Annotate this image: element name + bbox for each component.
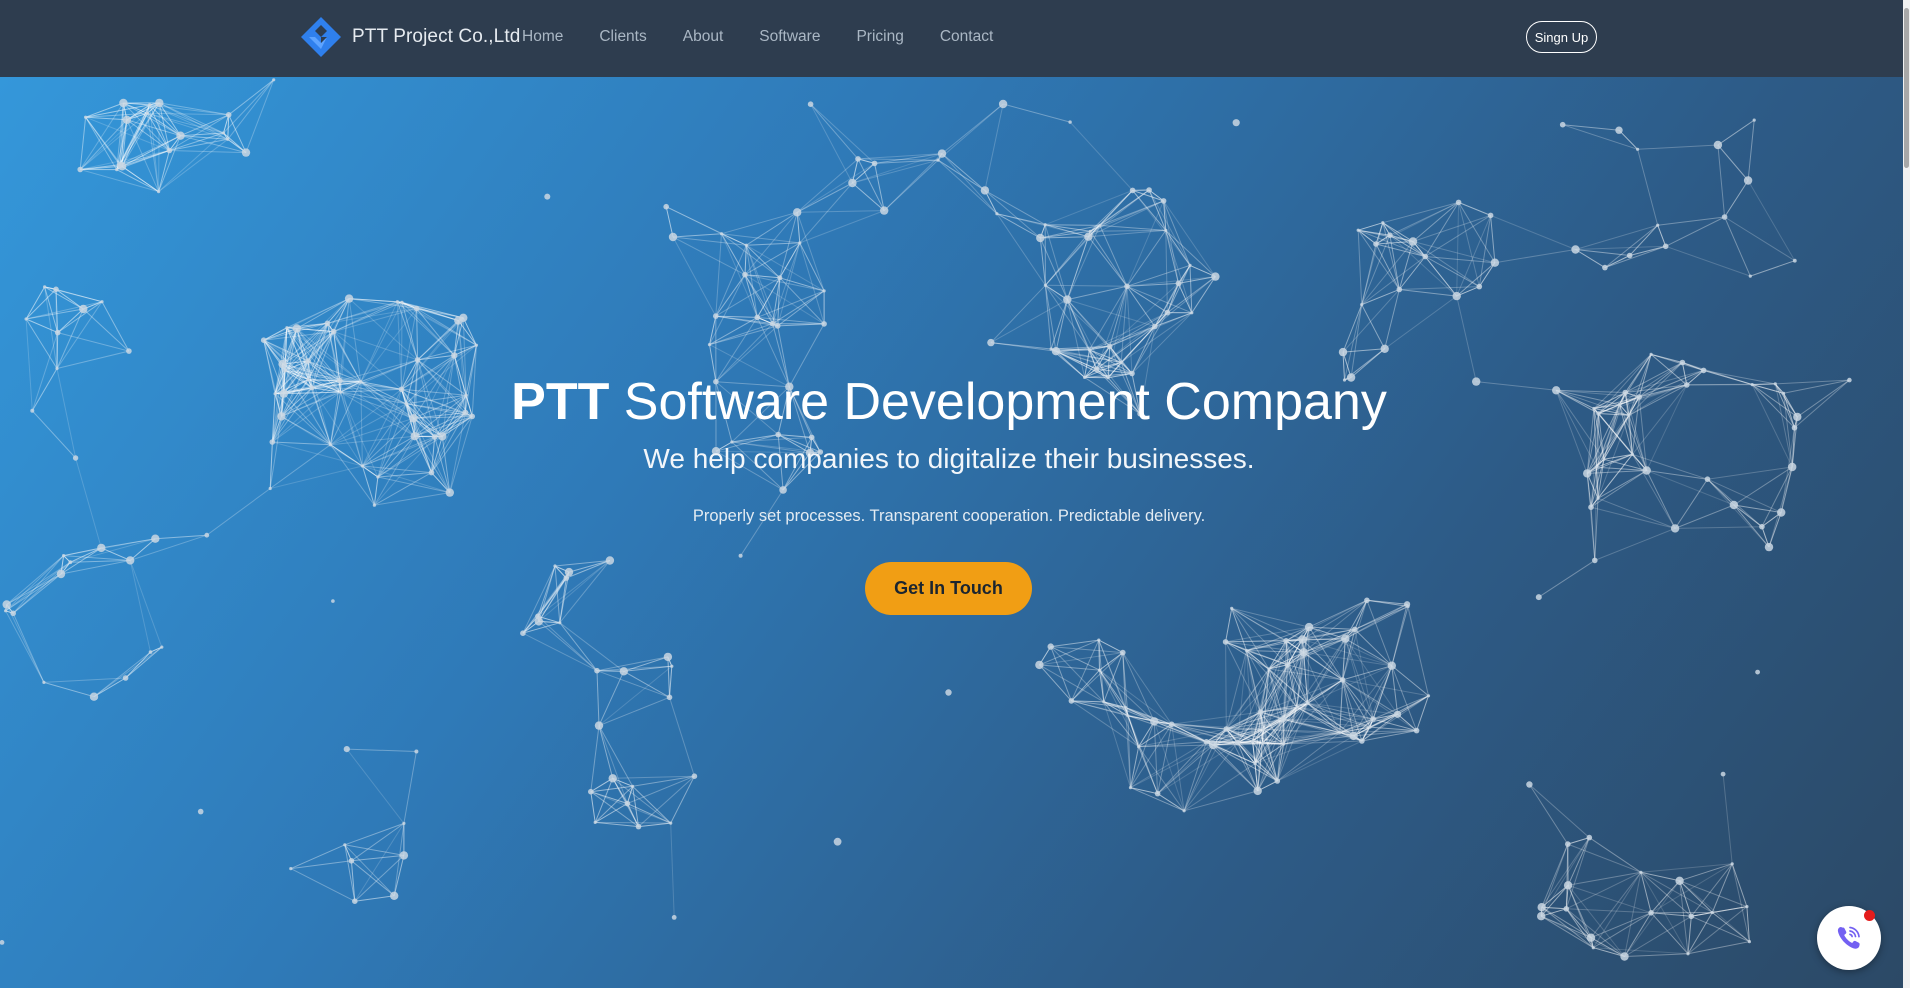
hero-section: PTT Software Development Company We help…: [0, 77, 1903, 988]
page-scrollbar[interactable]: [1903, 0, 1910, 988]
main-nav: Home Clients About Software Pricing Cont…: [522, 0, 1029, 74]
viber-call-widget[interactable]: [1817, 906, 1881, 970]
diamond-logo-icon: [301, 17, 341, 57]
hero-title: PTT Software Development Company: [0, 371, 1898, 433]
nav-link-about[interactable]: About: [683, 28, 724, 45]
nav-link-software[interactable]: Software: [759, 28, 820, 45]
signup-button[interactable]: Singn Up: [1526, 21, 1597, 53]
hero-title-rest: Software Development Company: [609, 373, 1387, 431]
top-navbar: PTT Project Co.,Ltd Home Clients About S…: [0, 0, 1910, 77]
hero-tagline: Properly set processes. Transparent coop…: [692, 507, 1206, 525]
nav-link-pricing[interactable]: Pricing: [856, 28, 903, 45]
nav-item-about: About: [683, 28, 724, 46]
scrollbar-thumb[interactable]: [1904, 8, 1909, 168]
nav-link-home[interactable]: Home: [522, 28, 563, 45]
nav-item-pricing: Pricing: [856, 28, 903, 46]
nav-item-clients: Clients: [599, 28, 646, 46]
nav-item-contact: Contact: [940, 28, 993, 46]
nav-item-software: Software: [759, 28, 820, 46]
viber-phone-icon: [1837, 926, 1860, 949]
notification-dot: [1864, 910, 1875, 921]
nav-link-clients[interactable]: Clients: [599, 28, 646, 45]
brand-link[interactable]: PTT Project Co.,Ltd: [300, 16, 520, 58]
hero-title-strong: PTT: [511, 373, 610, 431]
nav-item-home: Home: [522, 28, 563, 46]
nav-link-contact[interactable]: Contact: [940, 28, 993, 45]
particle-network-background: [0, 78, 1862, 961]
get-in-touch-button[interactable]: Get In Touch: [865, 562, 1032, 615]
hero-subtitle: We help companies to digitalize their bu…: [643, 443, 1255, 474]
brand-name: PTT Project Co.,Ltd: [352, 26, 521, 47]
